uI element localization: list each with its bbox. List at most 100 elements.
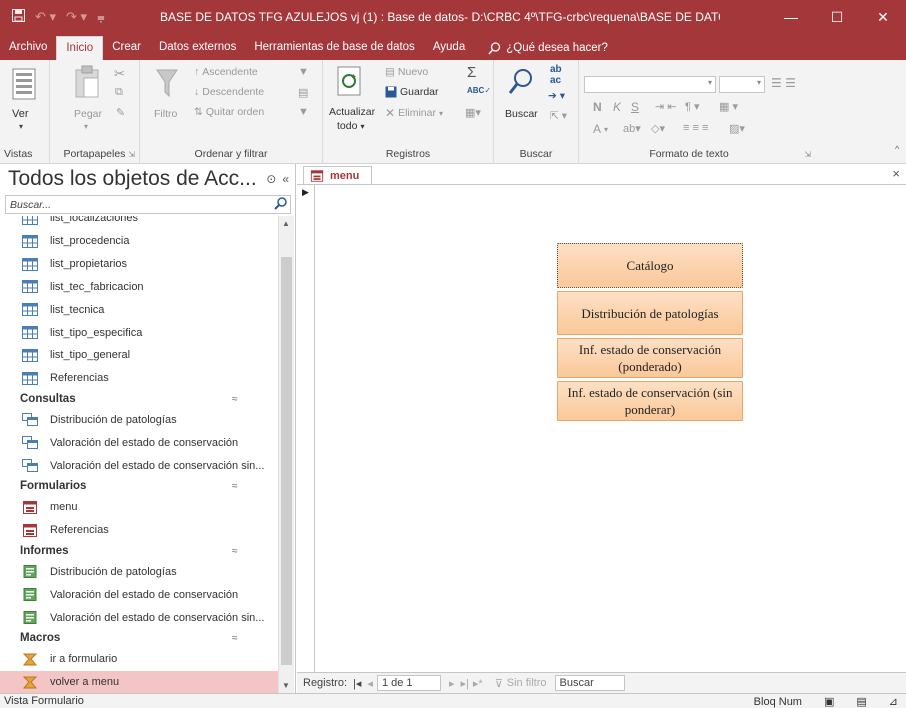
first-record-icon[interactable]: |◂: [353, 677, 361, 690]
current-record-field[interactable]: 1 de 1: [376, 675, 441, 691]
select-icon[interactable]: ⇱ ▾: [550, 110, 567, 122]
category-informes[interactable]: Informes ≈: [0, 542, 278, 561]
tab-ayuda[interactable]: Ayuda: [424, 36, 474, 60]
category-formularios[interactable]: Formularios ≈: [0, 477, 278, 496]
font-size-combo[interactable]: ▾: [719, 76, 765, 93]
dialog-launcher-icon[interactable]: ⇲: [128, 150, 135, 159]
underline-button[interactable]: S: [631, 100, 639, 114]
report-item-valoracion[interactable]: Valoración del estado de conservación: [0, 583, 278, 606]
save-record-button[interactable]: Guardar: [385, 86, 439, 98]
query-item-valoracion-sin[interactable]: Valoración del estado de conservación si…: [0, 454, 278, 477]
record-selector[interactable]: ▶: [297, 185, 315, 672]
fill-color-icon[interactable]: ◇▾: [651, 122, 665, 135]
tab-crear[interactable]: Crear: [103, 36, 150, 60]
actualizar-button[interactable]: Actualizar: [329, 106, 375, 118]
selection-filter-icon[interactable]: ▼: [298, 66, 309, 78]
report-item-valoracion-sin[interactable]: Valoración del estado de conservación si…: [0, 606, 278, 629]
alternate-row-icon[interactable]: ▨▾: [729, 122, 745, 135]
sort-descending-button[interactable]: ↓ Descendente: [194, 86, 264, 98]
cut-icon[interactable]: ✂: [114, 66, 125, 82]
tab-datos-externos[interactable]: Datos externos: [150, 36, 245, 60]
replace-icon[interactable]: ab ac: [550, 64, 562, 86]
minimize-button[interactable]: —: [768, 0, 814, 34]
more-icon[interactable]: ▦▾: [465, 106, 481, 119]
list-item[interactable]: list_localizaciones: [0, 216, 278, 230]
next-record-icon[interactable]: ▸: [449, 677, 455, 690]
dialog-launcher-icon[interactable]: ⇲: [804, 150, 811, 159]
scrollbar-thumb[interactable]: [281, 257, 292, 665]
actualizar-todo-label[interactable]: todo ▾: [337, 120, 364, 132]
format-painter-icon[interactable]: ✎: [116, 106, 125, 119]
toggle-filter-icon[interactable]: ▼: [298, 106, 309, 118]
query-item-distribucion[interactable]: Distribución de patologías: [0, 409, 278, 432]
gridlines-icon[interactable]: ▦ ▾: [719, 100, 738, 113]
nav-search-input[interactable]: Buscar...: [5, 195, 291, 214]
new-record-nav-icon[interactable]: ▸*: [473, 677, 483, 690]
nav-header[interactable]: Todos los objetos de Acc... ⊙ «: [0, 164, 295, 194]
copy-icon[interactable]: ⧉: [115, 86, 123, 99]
table-item-list-tipo-general[interactable]: list_tipo_general: [0, 344, 278, 367]
font-color-button[interactable]: A ▾: [593, 122, 608, 136]
table-item-list-tecnica[interactable]: list_tecnica: [0, 298, 278, 321]
category-macros[interactable]: Macros ≈: [0, 629, 278, 648]
redo-icon[interactable]: ↷ ▾: [66, 9, 87, 25]
spelling-icon[interactable]: ABC✓: [467, 86, 491, 95]
filter-status[interactable]: Sin filtro: [507, 677, 547, 689]
document-tab-menu[interactable]: menu: [303, 166, 373, 185]
distribucion-patologias-button[interactable]: Distribución de patologías: [557, 291, 743, 335]
table-item-referencias[interactable]: Referencias: [0, 367, 278, 390]
clear-sort-button[interactable]: ⇅ Quitar orden: [194, 106, 264, 118]
paragraph-icon[interactable]: ¶ ▾: [685, 100, 700, 113]
table-item-list-propietarios[interactable]: list_propietarios: [0, 253, 278, 276]
macro-item-volver-a-menu[interactable]: volver a menu: [0, 670, 278, 693]
inf-ponderado-button[interactable]: Inf. estado de conservación (ponderado): [557, 338, 743, 378]
form-item-menu[interactable]: menu: [0, 496, 278, 519]
align-icon[interactable]: ≡ ≡ ≡: [683, 122, 708, 134]
table-item-list-tipo-especifica[interactable]: list_tipo_especifica: [0, 321, 278, 344]
tell-me-box[interactable]: ¿Qué desea hacer?: [474, 36, 617, 60]
paste-icon[interactable]: [74, 64, 100, 101]
advanced-filter-icon[interactable]: ▤: [298, 86, 308, 99]
customize-qat-icon[interactable]: ⩦: [97, 9, 105, 25]
buscar-button[interactable]: Buscar: [505, 108, 538, 120]
font-name-combo[interactable]: ▾: [584, 76, 716, 93]
catalogo-button[interactable]: Catálogo: [557, 243, 743, 288]
shutter-bar-close-icon[interactable]: «: [282, 172, 289, 186]
scroll-up-icon[interactable]: ▲: [282, 219, 290, 228]
design-view-icon[interactable]: ⊿: [889, 695, 898, 708]
collapse-ribbon-icon[interactable]: ^: [895, 144, 899, 154]
table-item-list-tec-fabricacion[interactable]: list_tec_fabricacion: [0, 276, 278, 299]
form-view-icon[interactable]: ▣: [824, 695, 834, 708]
find-icon[interactable]: [508, 68, 534, 99]
macro-item-ir-a-formulario[interactable]: ir a formulario: [0, 648, 278, 671]
report-item-distribucion[interactable]: Distribución de patologías: [0, 561, 278, 584]
record-search-input[interactable]: Buscar: [554, 675, 625, 691]
bullets-icon[interactable]: ☰ ☰: [771, 76, 796, 90]
nav-scrollbar[interactable]: ▲ ▼: [278, 216, 294, 693]
table-item-list-procedencia[interactable]: list_procedencia: [0, 230, 278, 253]
query-item-valoracion[interactable]: Valoración del estado de conservación: [0, 431, 278, 454]
new-record-button[interactable]: ▤ Nuevo: [385, 66, 428, 78]
category-consultas[interactable]: Consultas ≈: [0, 390, 278, 409]
indent-icon[interactable]: ⇥ ⇤: [655, 100, 677, 113]
close-button[interactable]: ✕: [860, 0, 906, 34]
view-icon[interactable]: [12, 68, 36, 103]
totals-icon[interactable]: Σ: [467, 64, 476, 81]
ver-button[interactable]: Ver: [12, 108, 29, 120]
undo-icon[interactable]: ↶ ▾: [35, 9, 56, 25]
goto-icon[interactable]: ➔ ▾: [548, 90, 565, 102]
last-record-icon[interactable]: ▸|: [460, 677, 468, 690]
tab-herramientas[interactable]: Herramientas de base de datos: [245, 36, 423, 60]
inf-sin-ponderar-button[interactable]: Inf. estado de conservación (sin pondera…: [557, 381, 743, 421]
pegar-button[interactable]: Pegar: [74, 108, 102, 120]
filter-icon[interactable]: [156, 68, 178, 101]
tab-archivo[interactable]: Archivo: [0, 36, 56, 60]
sort-ascending-button[interactable]: ↑ Ascendente: [194, 66, 258, 78]
tab-inicio[interactable]: Inicio: [56, 36, 104, 60]
italic-button[interactable]: K: [613, 100, 621, 114]
refresh-all-icon[interactable]: [337, 66, 361, 99]
form-item-referencias[interactable]: Referencias: [0, 519, 278, 542]
layout-view-icon[interactable]: ▤: [856, 695, 866, 708]
close-document-icon[interactable]: ×: [892, 166, 900, 181]
filtro-button[interactable]: Filtro: [154, 108, 177, 120]
